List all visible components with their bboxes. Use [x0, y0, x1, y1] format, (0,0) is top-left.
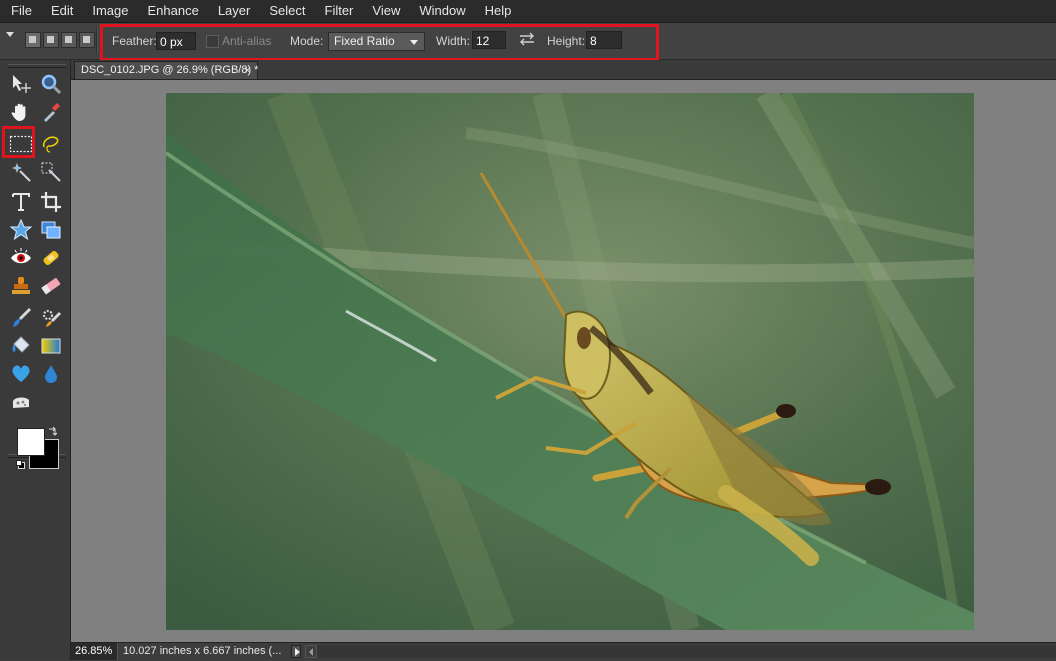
- options-highlight-annotation: [100, 24, 659, 61]
- scroll-left-arrow-icon[interactable]: [305, 645, 317, 658]
- zoom-tool-icon[interactable]: [38, 72, 64, 96]
- subtract-from-selection-icon[interactable]: [61, 32, 77, 48]
- menu-select[interactable]: Select: [258, 0, 313, 22]
- document-dimensions: 10.027 inches x 6.667 inches (...: [123, 645, 282, 657]
- menu-bar: File Edit Image Enhance Layer Select Fil…: [0, 0, 1056, 23]
- document-tab-title: DSC_0102.JPG @ 26.9% (RGB/8) *: [81, 64, 259, 76]
- magic-wand-tool-icon[interactable]: [8, 160, 34, 184]
- photo-image: [166, 93, 974, 630]
- horizontal-scrollbar[interactable]: [317, 645, 1056, 658]
- quick-selection-tool-icon[interactable]: [38, 160, 64, 184]
- smart-brush-tool-icon[interactable]: [38, 306, 64, 330]
- toolbox-grip: [8, 64, 66, 68]
- tool-preset-dropdown-icon[interactable]: [6, 32, 14, 37]
- foreground-color-swatch[interactable]: [17, 428, 45, 456]
- zoom-level-field[interactable]: 26.85%: [71, 643, 118, 660]
- brush-tool-icon[interactable]: [8, 306, 34, 330]
- marquee-tool-highlight-annotation: [2, 126, 35, 158]
- blur-tool-icon[interactable]: [38, 362, 64, 386]
- new-selection-icon[interactable]: [25, 32, 41, 48]
- custom-shape-tool-icon[interactable]: [8, 362, 34, 386]
- default-colors-icon[interactable]: [16, 460, 25, 469]
- lasso-tool-icon[interactable]: [38, 132, 64, 156]
- add-to-selection-icon[interactable]: [43, 32, 59, 48]
- menu-filter[interactable]: Filter: [314, 0, 362, 22]
- gradient-tool-icon[interactable]: [38, 334, 64, 358]
- menu-window[interactable]: Window: [408, 0, 473, 22]
- type-tool-icon[interactable]: [8, 190, 34, 214]
- menu-file[interactable]: File: [0, 0, 40, 22]
- menu-view[interactable]: View: [361, 0, 408, 22]
- swap-colors-icon[interactable]: [47, 426, 58, 437]
- menu-help[interactable]: Help: [474, 0, 520, 22]
- menu-image[interactable]: Image: [81, 0, 136, 22]
- menu-enhance[interactable]: Enhance: [137, 0, 207, 22]
- grasshopper-photo[interactable]: [166, 93, 974, 630]
- clone-stamp-tool-icon[interactable]: [8, 274, 34, 298]
- document-tab[interactable]: DSC_0102.JPG @ 26.9% (RGB/8) * ×: [74, 61, 258, 79]
- menu-edit[interactable]: Edit: [40, 0, 81, 22]
- close-icon[interactable]: ×: [244, 63, 251, 77]
- eraser-tool-icon[interactable]: [38, 274, 64, 298]
- red-eye-tool-icon[interactable]: [8, 246, 34, 270]
- options-divider: [96, 28, 97, 54]
- status-menu-arrow-icon[interactable]: [291, 645, 301, 658]
- menu-layer[interactable]: Layer: [207, 0, 259, 22]
- selection-mode-group: [25, 32, 95, 48]
- straighten-tool-icon[interactable]: [38, 218, 64, 242]
- intersect-selection-icon[interactable]: [79, 32, 95, 48]
- hand-tool-icon[interactable]: [8, 100, 34, 124]
- move-tool-icon[interactable]: [8, 72, 34, 96]
- paint-bucket-tool-icon[interactable]: [8, 334, 34, 358]
- crop-tool-icon[interactable]: [38, 190, 64, 214]
- status-bar: 26.85% 10.027 inches x 6.667 inches (...: [71, 642, 1056, 661]
- sponge-tool-icon[interactable]: [8, 392, 34, 416]
- cookie-cutter-tool-icon[interactable]: [8, 218, 34, 242]
- eyedropper-tool-icon[interactable]: [38, 100, 64, 124]
- healing-brush-tool-icon[interactable]: [38, 246, 64, 270]
